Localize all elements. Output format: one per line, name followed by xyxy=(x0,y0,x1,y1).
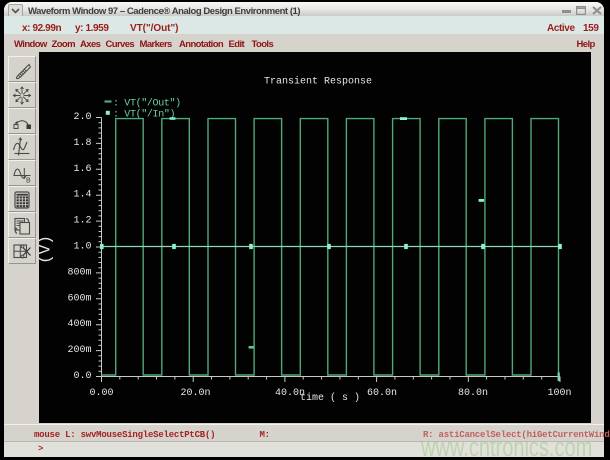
svg-text:600m: 600m xyxy=(67,293,91,304)
svg-text:1.6: 1.6 xyxy=(73,164,91,175)
svg-text:time ( s ): time ( s ) xyxy=(300,392,360,404)
svg-text:20.0n: 20.0n xyxy=(180,388,210,399)
svg-text:(V): (V) xyxy=(39,235,55,264)
svg-text:0.0: 0.0 xyxy=(73,371,91,382)
svg-text:1.8: 1.8 xyxy=(73,138,91,149)
svg-text:2.0: 2.0 xyxy=(73,112,91,123)
svg-text:1.2: 1.2 xyxy=(73,216,91,227)
svg-text:B: B xyxy=(26,178,31,185)
svg-text:0.00: 0.00 xyxy=(89,388,113,399)
svg-text:60.0n: 60.0n xyxy=(367,388,397,399)
svg-text:80.0n: 80.0n xyxy=(458,388,488,399)
svg-text:1.0: 1.0 xyxy=(73,242,91,253)
svg-text:200m: 200m xyxy=(67,345,91,356)
svg-text:: VT("/Out"): : VT("/Out") xyxy=(113,98,181,110)
svg-text:1.4: 1.4 xyxy=(73,190,91,201)
svg-text:Transient Response: Transient Response xyxy=(264,76,372,88)
svg-text:100n: 100n xyxy=(547,388,571,399)
svg-text:800m: 800m xyxy=(67,267,91,278)
svg-text:400m: 400m xyxy=(67,319,91,330)
